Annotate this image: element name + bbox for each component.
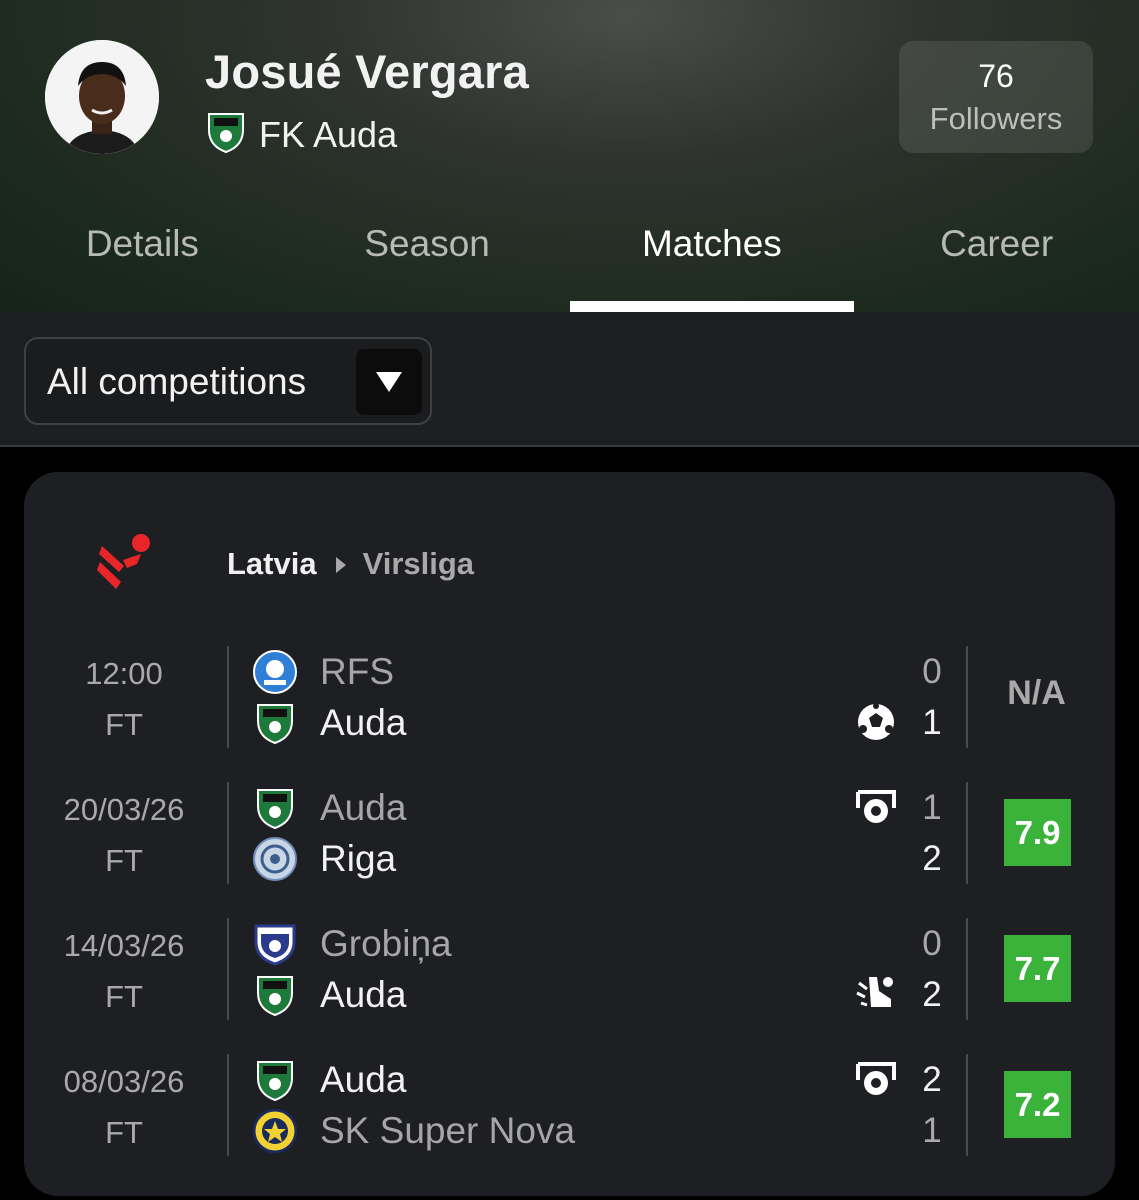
match-time-block: 14/03/26 FT (24, 920, 224, 1022)
chevron-right-icon (335, 546, 347, 582)
away-score: 1 (922, 1111, 942, 1150)
home-team: Grobiņa (253, 918, 452, 969)
home-score: 0 (922, 652, 942, 691)
away-team: Auda (253, 969, 406, 1020)
match-status: FT (105, 707, 143, 742)
grobina-crest-icon (253, 922, 297, 966)
divider (227, 918, 229, 1020)
followers-label: Followers (929, 100, 1063, 136)
rating-na: N/A (1007, 674, 1066, 712)
team-name: Auda (320, 1058, 407, 1100)
team-name: RFS (320, 650, 394, 692)
tab-bar: Details Season Matches Career (0, 205, 1139, 312)
home-score: 2 (922, 1060, 942, 1099)
match-status: FT (105, 843, 143, 878)
match-date: 08/03/26 (63, 1064, 185, 1099)
breadcrumb-country: Latvia (227, 546, 317, 581)
goal-net-icon (855, 1058, 897, 1100)
competition-dropdown-label: All competitions (47, 361, 307, 402)
team-name: Grobiņa (320, 922, 452, 964)
rfs-crest-icon (253, 649, 297, 694)
league-logo-icon (97, 532, 157, 592)
away-team: Riga (253, 833, 396, 884)
away-team: SK Super Nova (252, 1105, 576, 1156)
player-avatar (45, 40, 159, 154)
home-team: Auda (253, 782, 406, 833)
tab-details[interactable]: Details (0, 205, 285, 312)
divider (227, 782, 229, 884)
divider (966, 1054, 968, 1156)
divider (966, 646, 968, 748)
competition-breadcrumb[interactable]: Latvia Virsliga (227, 546, 474, 582)
away-score: 1 (922, 703, 942, 742)
fk-auda-crest-icon (253, 973, 297, 1017)
match-status: FT (105, 1115, 143, 1150)
goal-net-icon (855, 786, 897, 828)
club-name: FK Auda (259, 113, 398, 155)
player-rating: 7.9 (1004, 799, 1071, 866)
club-link[interactable]: FK Auda (205, 110, 397, 159)
assist-boot-icon (855, 973, 897, 1015)
away-team: Auda (253, 697, 406, 748)
competition-dropdown[interactable]: All competitions (24, 337, 432, 425)
match-row[interactable]: 20/03/26 FT Auda Riga 1 2 7.9 (24, 782, 1115, 886)
player-name: Josué Vergara (205, 45, 529, 98)
divider (966, 782, 968, 884)
chevron-down-icon[interactable] (356, 349, 422, 415)
matches-card: Latvia Virsliga 12:00 FT RFS Auda 0 1 N/… (24, 472, 1115, 1196)
match-time-block: 20/03/26 FT (24, 784, 224, 886)
team-name: Auda (320, 973, 407, 1015)
match-time: 12:00 (85, 656, 163, 691)
home-score: 0 (922, 924, 942, 963)
home-team: Auda (253, 1054, 406, 1105)
divider (227, 1054, 229, 1156)
match-row[interactable]: 14/03/26 FT Grobiņa Auda 0 2 7.7 (24, 918, 1115, 1022)
match-time-block: 08/03/26 FT (24, 1056, 224, 1158)
followers-badge[interactable]: 76 Followers (899, 41, 1093, 153)
tab-season[interactable]: Season (285, 205, 570, 312)
match-time-block: 12:00 FT (24, 648, 224, 750)
home-team: RFS (253, 646, 394, 697)
team-name: Riga (320, 837, 397, 879)
match-date: 14/03/26 (63, 928, 185, 963)
fk-auda-crest-icon (253, 701, 297, 745)
filter-bar: All competitions (0, 312, 1139, 447)
team-name: Auda (320, 701, 407, 743)
match-row[interactable]: 12:00 FT RFS Auda 0 1 N/A (24, 646, 1115, 750)
tab-matches[interactable]: Matches (569, 205, 855, 312)
fk-auda-crest-icon (205, 110, 247, 159)
fk-auda-crest-icon (253, 1058, 297, 1102)
followers-count: 76 (978, 57, 1014, 94)
player-rating: 7.7 (1004, 935, 1071, 1002)
tab-career[interactable]: Career (854, 205, 1139, 312)
away-score: 2 (922, 839, 942, 878)
fk-auda-crest-icon (253, 786, 297, 830)
player-header: Josué Vergara FK Auda 76 Followers Detai… (0, 0, 1139, 312)
match-row[interactable]: 08/03/26 FT Auda SK Super Nova 2 1 7.2 (24, 1054, 1115, 1158)
goal-icon (855, 701, 897, 743)
sk-super-nova-crest-icon (252, 1108, 298, 1153)
riga-crest-icon (253, 836, 297, 881)
divider (227, 646, 229, 748)
team-name: SK Super Nova (320, 1109, 576, 1151)
home-score: 1 (922, 788, 942, 827)
away-score: 2 (922, 975, 942, 1014)
divider (966, 918, 968, 1020)
team-name: Auda (320, 786, 407, 828)
player-rating: 7.2 (1004, 1071, 1071, 1138)
breadcrumb-league: Virsliga (362, 546, 475, 581)
match-date: 20/03/26 (63, 792, 185, 827)
match-status: FT (105, 979, 143, 1014)
